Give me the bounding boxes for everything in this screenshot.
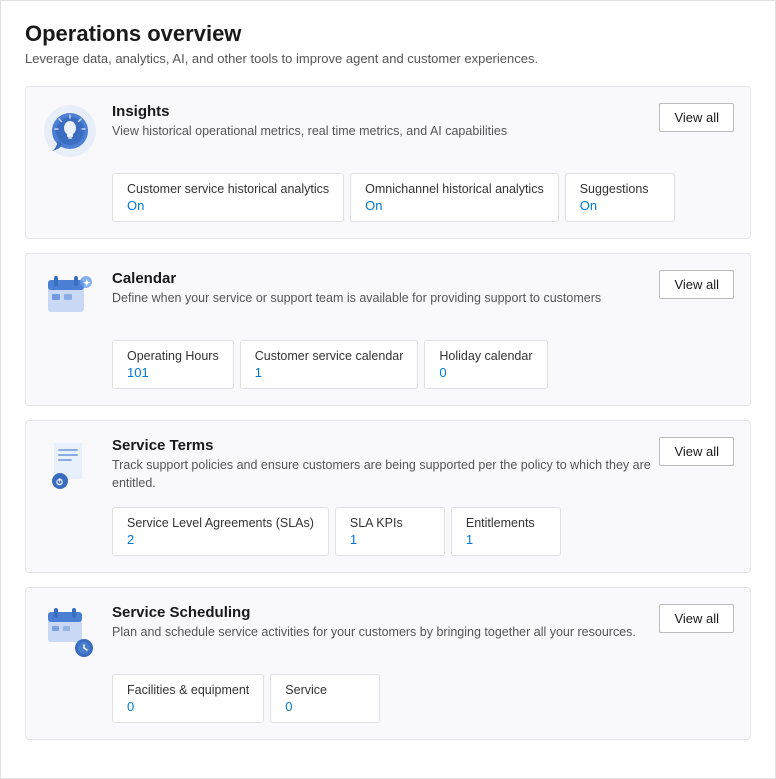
section-top-insights: Insights View historical operational met… (42, 103, 734, 159)
item-value-service-terms-0[interactable]: 2 (127, 532, 314, 547)
item-value-insights-2[interactable]: On (580, 198, 660, 213)
items-row-service-scheduling: Facilities & equipment 0 Service 0 (112, 674, 734, 723)
item-label-insights-1: Omnichannel historical analytics (365, 182, 544, 196)
item-label-service-terms-2: Entitlements (466, 516, 546, 530)
item-value-service-terms-1[interactable]: 1 (350, 532, 430, 547)
section-info-service-scheduling: Service Scheduling Plan and schedule ser… (112, 604, 659, 642)
item-label-calendar-2: Holiday calendar (439, 349, 532, 363)
item-label-insights-2: Suggestions (580, 182, 660, 196)
section-left-calendar: ✦ Calendar Define when your service or s… (42, 270, 659, 326)
item-card-service-scheduling-0: Facilities & equipment 0 (112, 674, 264, 723)
item-card-calendar-1: Customer service calendar 1 (240, 340, 419, 389)
calendar-icon: ✦ (42, 270, 98, 326)
service-scheduling-icon (42, 604, 98, 660)
item-card-service-terms-0: Service Level Agreements (SLAs) 2 (112, 507, 329, 556)
section-left-insights: Insights View historical operational met… (42, 103, 659, 159)
section-calendar: ✦ Calendar Define when your service or s… (25, 253, 751, 406)
section-service-terms: ⏱ Service Terms Track support policies a… (25, 420, 751, 573)
section-top-service-scheduling: Service Scheduling Plan and schedule ser… (42, 604, 734, 660)
section-title-service-terms: Service Terms (112, 437, 659, 454)
item-label-service-terms-1: SLA KPIs (350, 516, 430, 530)
section-desc-calendar: Define when your service or support team… (112, 290, 659, 308)
section-info-service-terms: Service Terms Track support policies and… (112, 437, 659, 492)
items-row-calendar: Operating Hours 101 Customer service cal… (112, 340, 734, 389)
section-title-calendar: Calendar (112, 270, 659, 287)
item-card-calendar-0: Operating Hours 101 (112, 340, 234, 389)
section-title-insights: Insights (112, 103, 659, 120)
item-label-service-scheduling-1: Service (285, 683, 365, 697)
items-row-service-terms: Service Level Agreements (SLAs) 2 SLA KP… (112, 507, 734, 556)
svg-text:⏱: ⏱ (56, 477, 63, 487)
section-top-service-terms: ⏱ Service Terms Track support policies a… (42, 437, 734, 493)
item-value-service-terms-2[interactable]: 1 (466, 532, 546, 547)
page-container: Operations overview Leverage data, analy… (0, 0, 776, 779)
sections-container: Insights View historical operational met… (25, 86, 751, 740)
view-all-button-service-scheduling[interactable]: View all (659, 604, 734, 633)
section-top-calendar: ✦ Calendar Define when your service or s… (42, 270, 734, 326)
section-desc-insights: View historical operational metrics, rea… (112, 123, 659, 141)
item-card-insights-0: Customer service historical analytics On (112, 173, 344, 222)
items-row-insights: Customer service historical analytics On… (112, 173, 734, 222)
item-label-service-terms-0: Service Level Agreements (SLAs) (127, 516, 314, 530)
item-label-insights-0: Customer service historical analytics (127, 182, 329, 196)
section-service-scheduling: Service Scheduling Plan and schedule ser… (25, 587, 751, 740)
view-all-button-insights[interactable]: View all (659, 103, 734, 132)
item-card-insights-2: Suggestions On (565, 173, 675, 222)
section-insights: Insights View historical operational met… (25, 86, 751, 239)
item-card-service-terms-2: Entitlements 1 (451, 507, 561, 556)
section-left-service-terms: ⏱ Service Terms Track support policies a… (42, 437, 659, 493)
view-all-button-service-terms[interactable]: View all (659, 437, 734, 466)
section-info-insights: Insights View historical operational met… (112, 103, 659, 141)
item-label-calendar-1: Customer service calendar (255, 349, 404, 363)
item-value-calendar-1[interactable]: 1 (255, 365, 404, 380)
item-value-service-scheduling-0[interactable]: 0 (127, 699, 249, 714)
section-title-service-scheduling: Service Scheduling (112, 604, 659, 621)
insights-icon (42, 103, 98, 159)
item-card-service-scheduling-1: Service 0 (270, 674, 380, 723)
item-value-calendar-0[interactable]: 101 (127, 365, 219, 380)
svg-text:✦: ✦ (83, 278, 91, 288)
item-label-service-scheduling-0: Facilities & equipment (127, 683, 249, 697)
page-title: Operations overview (25, 21, 751, 47)
view-all-button-calendar[interactable]: View all (659, 270, 734, 299)
item-value-insights-0[interactable]: On (127, 198, 329, 213)
item-label-calendar-0: Operating Hours (127, 349, 219, 363)
section-desc-service-scheduling: Plan and schedule service activities for… (112, 624, 659, 642)
item-value-insights-1[interactable]: On (365, 198, 544, 213)
section-desc-service-terms: Track support policies and ensure custom… (112, 457, 659, 492)
section-info-calendar: Calendar Define when your service or sup… (112, 270, 659, 308)
page-subtitle: Leverage data, analytics, AI, and other … (25, 51, 751, 66)
item-value-service-scheduling-1[interactable]: 0 (285, 699, 365, 714)
service-terms-icon: ⏱ (42, 437, 98, 493)
item-card-calendar-2: Holiday calendar 0 (424, 340, 547, 389)
section-left-service-scheduling: Service Scheduling Plan and schedule ser… (42, 604, 659, 660)
item-card-service-terms-1: SLA KPIs 1 (335, 507, 445, 556)
item-card-insights-1: Omnichannel historical analytics On (350, 173, 559, 222)
item-value-calendar-2[interactable]: 0 (439, 365, 532, 380)
